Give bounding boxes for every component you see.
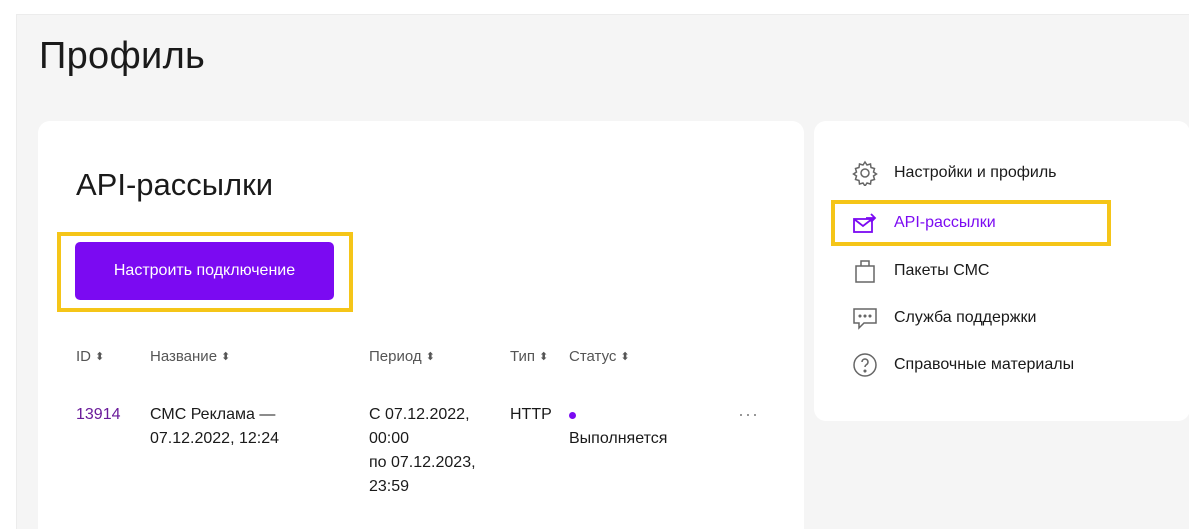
period-line: по 07.12.2023,: [369, 454, 476, 471]
sidebar-item-support[interactable]: Служба поддержки: [850, 302, 1036, 334]
mailing-name-line: СМС Реклама —: [150, 406, 276, 423]
period-line: С 07.12.2022,: [369, 406, 470, 423]
mailing-name-line: 07.12.2022, 12:24: [150, 430, 280, 447]
sidebar-item-label: Служба поддержки: [894, 309, 1037, 326]
column-header-label: Тип: [510, 348, 536, 365]
sidebar-item-label: API-рассылки: [894, 214, 996, 231]
column-header-id[interactable]: ID ⬍: [76, 348, 104, 365]
sidebar-item-label: Настройки и профиль: [894, 164, 1057, 181]
sidebar-item-label: Пакеты СМС: [894, 262, 990, 279]
api-mail-icon: [850, 208, 880, 238]
column-header-label: Период: [369, 348, 422, 365]
configure-connection-button[interactable]: Настроить подключение: [75, 242, 334, 300]
page-background: Профиль API-рассылки Настроить подключен…: [16, 14, 1189, 529]
column-header-label: ID: [76, 348, 91, 365]
gear-icon: [850, 158, 880, 188]
sort-icon: ⬍: [539, 351, 549, 363]
bag-icon: [850, 256, 880, 286]
sort-icon: ⬍: [620, 351, 630, 363]
sort-icon: ⬍: [425, 351, 435, 363]
column-header-type[interactable]: Тип ⬍: [510, 348, 548, 365]
section-title: API-рассылки: [76, 167, 274, 202]
profile-sidebar: Настройки и профиль API-рассылки Пакеты …: [814, 121, 1189, 421]
period-line: 23:59: [369, 478, 410, 495]
chat-icon: [850, 303, 880, 333]
column-header-status[interactable]: Статус ⬍: [569, 348, 630, 365]
mailing-type: HTTP: [510, 406, 552, 423]
column-header-label: Статус: [569, 348, 617, 365]
mailing-id-link[interactable]: 13914: [76, 403, 121, 427]
column-header-name[interactable]: Название ⬍: [150, 348, 230, 365]
page-title: Профиль: [39, 35, 206, 77]
sort-icon: ⬍: [221, 351, 231, 363]
column-header-period[interactable]: Период ⬍: [369, 348, 435, 365]
period-line: 00:00: [369, 430, 410, 447]
sidebar-item-label: Справочные материалы: [894, 356, 1075, 373]
more-actions-icon[interactable]: ···: [738, 404, 759, 425]
help-icon: [850, 350, 880, 380]
mailing-period: С 07.12.2022, 00:00 по 07.12.2023, 23:59: [369, 403, 476, 499]
api-mailings-card: API-рассылки Настроить подключение ID ⬍ …: [38, 121, 804, 529]
sidebar-item-settings[interactable]: Настройки и профиль: [850, 157, 1057, 189]
column-header-label: Название: [150, 348, 218, 365]
status-dot-icon: [569, 411, 576, 419]
sidebar-item-api-mailings[interactable]: API-рассылки: [850, 207, 996, 239]
mailing-name: СМС Реклама — 07.12.2022, 12:24: [150, 403, 279, 451]
sidebar-item-sms-packages[interactable]: Пакеты СМС: [850, 255, 989, 287]
status-label: Выполняется: [569, 430, 668, 447]
sidebar-item-reference[interactable]: Справочные материалы: [850, 349, 1074, 381]
mailing-status: Выполняется: [569, 403, 667, 451]
sort-icon: ⬍: [95, 351, 105, 363]
